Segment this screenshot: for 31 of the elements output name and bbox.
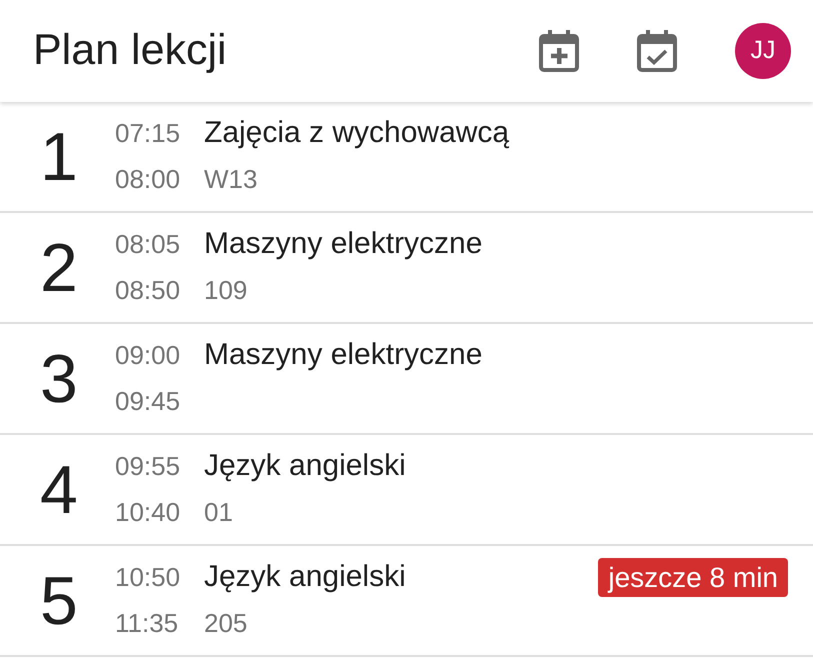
subject-name: Język angielski [204, 449, 406, 482]
subject-name: Maszyny elektryczne [204, 338, 482, 372]
calendar-check-icon [637, 30, 677, 72]
room-number: 205 [204, 609, 248, 638]
end-time: 10:40 [115, 497, 180, 528]
lesson-number: 4 [40, 452, 78, 528]
subject-name: Język angielski [204, 560, 406, 594]
start-time: 08:05 [115, 229, 180, 260]
start-time: 09:00 [115, 340, 180, 370]
room-number: 109 [204, 276, 248, 305]
calendar-check-button[interactable] [637, 30, 677, 72]
end-time: 09:45 [115, 386, 180, 416]
add-calendar-button[interactable] [539, 30, 579, 72]
calendar-plus-icon [539, 30, 579, 72]
start-time: 09:55 [115, 451, 180, 482]
end-time: 08:00 [115, 164, 180, 194]
page-title: Plan lekcji [33, 25, 228, 76]
user-avatar[interactable]: JJ [735, 23, 791, 79]
start-time: 10:50 [115, 562, 180, 592]
room-number: W13 [204, 165, 258, 194]
time-left-badge: jeszcze 8 min [598, 558, 788, 598]
lesson-number: 2 [40, 230, 78, 306]
lesson-number: 5 [40, 562, 78, 638]
end-time: 08:50 [115, 275, 180, 306]
lesson-number: 1 [40, 118, 78, 194]
room-number: 01 [204, 498, 233, 527]
subject-name: Maszyny elektryczne [204, 227, 482, 260]
subject-name: Zajęcia z wychowawcą [204, 116, 510, 150]
start-time: 07:15 [115, 118, 180, 148]
end-time: 11:35 [115, 608, 178, 638]
lesson-number: 3 [40, 340, 78, 416]
